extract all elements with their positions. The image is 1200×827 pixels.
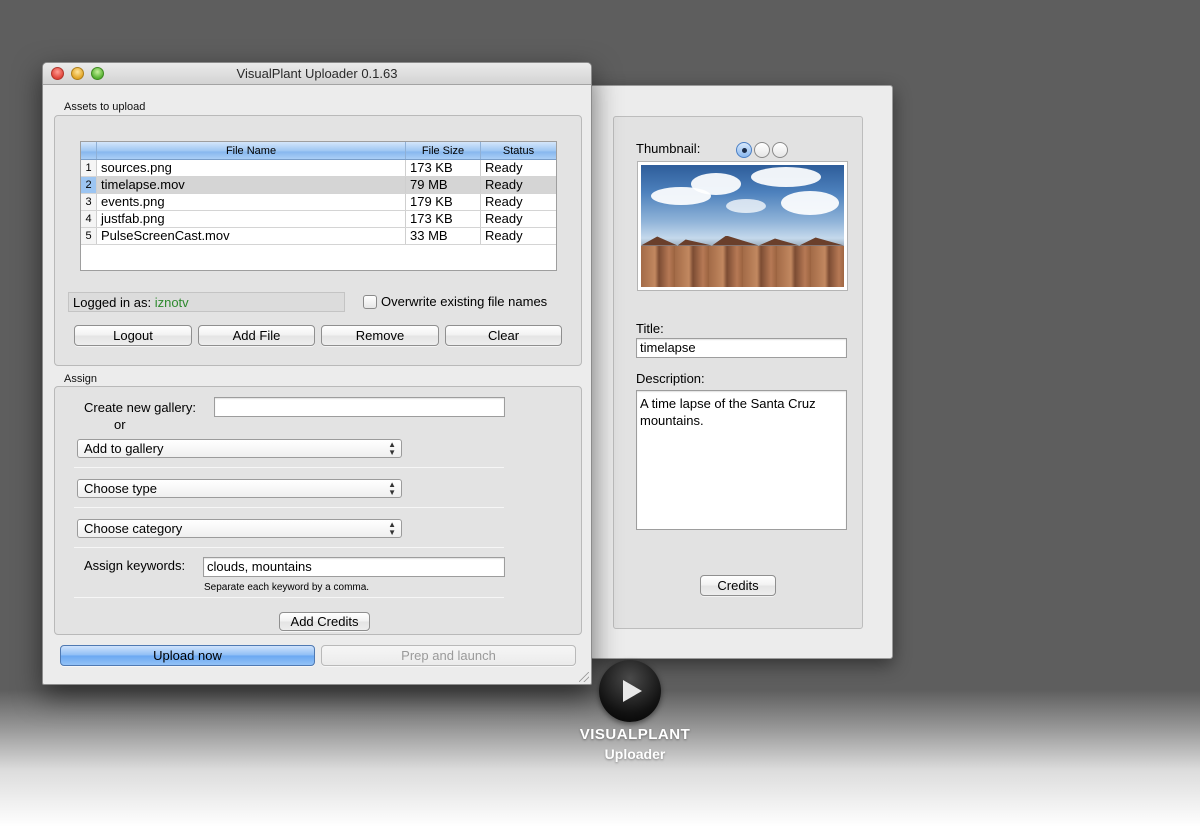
table-row[interactable]: 3 events.png 179 KB Ready — [81, 194, 556, 211]
keywords-label: Assign keywords: — [84, 558, 186, 573]
assets-section-title: Assets to upload — [64, 101, 146, 113]
type-select[interactable]: Choose type ▲ ▼ — [77, 479, 402, 498]
row-file-size: 173 KB — [406, 160, 481, 176]
gallery-select-value: Add to gallery — [84, 441, 164, 456]
row-file-name: justfab.png — [97, 211, 406, 227]
thumbnail-preview — [637, 161, 848, 291]
zoom-window-icon[interactable] — [91, 67, 104, 80]
row-file-name: sources.png — [97, 160, 406, 176]
thumbnail-image — [641, 165, 844, 287]
gallery-select[interactable]: Add to gallery ▲ ▼ — [77, 439, 402, 458]
header-status[interactable]: Status — [481, 142, 556, 159]
divider — [74, 597, 504, 598]
select-arrows-icon: ▲ ▼ — [388, 479, 396, 497]
row-status: Ready — [485, 211, 523, 226]
description-label: Description: — [636, 371, 705, 386]
select-arrows-icon: ▲ ▼ — [388, 439, 396, 457]
credits-button[interactable]: Credits — [700, 575, 776, 596]
row-index: 2 — [81, 177, 97, 193]
prep-and-launch-button[interactable]: Prep and launch — [321, 645, 576, 666]
overwrite-checkbox[interactable] — [363, 295, 377, 309]
or-label: or — [114, 417, 126, 432]
thumbnail-label: Thumbnail: — [636, 141, 701, 156]
details-group: Thumbnail: Title: timelapse Description:… — [613, 116, 863, 629]
header-index — [81, 142, 97, 159]
add-credits-button[interactable]: Add Credits — [279, 612, 370, 631]
main-window: VisualPlant Uploader 0.1.63 Assets to up… — [42, 62, 592, 685]
assets-table-header: File Name File Size Status — [81, 142, 556, 160]
row-status: Ready — [485, 177, 523, 192]
row-file-size: 79 MB — [406, 177, 481, 193]
details-panel-window: Thumbnail: Title: timelapse Description:… — [590, 85, 893, 659]
remove-button[interactable]: Remove — [321, 325, 439, 346]
row-status: Ready — [485, 194, 523, 209]
resize-grip-icon[interactable] — [579, 672, 589, 682]
divider — [74, 547, 504, 548]
keywords-input[interactable]: clouds, mountains — [203, 557, 505, 577]
create-gallery-label: Create new gallery: — [84, 400, 196, 415]
thumbnail-radio-3[interactable] — [772, 142, 788, 158]
row-index: 3 — [81, 194, 97, 210]
thumbnail-radio-1[interactable] — [736, 142, 752, 158]
category-select[interactable]: Choose category ▲ ▼ — [77, 519, 402, 538]
row-file-name: events.png — [97, 194, 406, 210]
assets-table: File Name File Size Status 1 sources.png… — [80, 141, 557, 271]
divider — [74, 507, 504, 508]
logout-button[interactable]: Logout — [74, 325, 192, 346]
window-title: VisualPlant Uploader 0.1.63 — [236, 66, 398, 81]
keywords-hint: Separate each keyword by a comma. — [204, 582, 370, 593]
clear-button[interactable]: Clear — [445, 325, 562, 346]
title-input[interactable]: timelapse — [636, 338, 847, 358]
table-row[interactable]: 5 PulseScreenCast.mov 33 MB Ready — [81, 228, 556, 245]
select-arrows-icon: ▲ ▼ — [388, 519, 396, 537]
table-row[interactable]: 4 justfab.png 173 KB Ready — [81, 211, 556, 228]
username: iznotv — [154, 295, 189, 310]
header-file-name[interactable]: File Name — [97, 142, 406, 159]
divider — [74, 467, 504, 468]
row-status: Ready — [485, 160, 523, 175]
titlebar[interactable]: VisualPlant Uploader 0.1.63 — [43, 63, 591, 85]
row-file-name: timelapse.mov — [97, 177, 406, 193]
header-file-size[interactable]: File Size — [406, 142, 481, 159]
row-status: Ready — [485, 228, 523, 243]
add-file-button[interactable]: Add File — [198, 325, 315, 346]
logged-in-status: Logged in as: iznotv — [68, 292, 345, 312]
brand-name: VISUALPLANT — [579, 726, 691, 743]
row-file-name: PulseScreenCast.mov — [97, 228, 406, 244]
table-row[interactable]: 1 sources.png 173 KB Ready — [81, 160, 556, 177]
thumbnail-radio-2[interactable] — [754, 142, 770, 158]
row-index: 1 — [81, 160, 97, 176]
row-index: 5 — [81, 228, 97, 244]
minimize-window-icon[interactable] — [71, 67, 84, 80]
play-icon — [623, 680, 642, 702]
overwrite-label[interactable]: Overwrite existing file names — [381, 294, 547, 309]
thumbnail-radio-group — [736, 142, 788, 158]
row-file-size: 33 MB — [406, 228, 481, 244]
row-file-size: 179 KB — [406, 194, 481, 210]
brand-subtitle: Uploader — [604, 746, 666, 762]
logged-in-label: Logged in as: — [73, 295, 152, 310]
visualplant-logo-icon — [599, 660, 661, 722]
table-row[interactable]: 2 timelapse.mov 79 MB Ready — [81, 177, 556, 194]
type-select-value: Choose type — [84, 481, 157, 496]
close-window-icon[interactable] — [51, 67, 64, 80]
description-textarea[interactable]: A time lapse of the Santa Cruz mountains… — [636, 390, 847, 530]
row-file-size: 173 KB — [406, 211, 481, 227]
category-select-value: Choose category — [84, 521, 183, 536]
assets-group: File Name File Size Status 1 sources.png… — [54, 115, 582, 366]
assign-section-title: Assign — [64, 373, 98, 385]
assign-group: Create new gallery: or Add to gallery ▲ ▼… — [54, 386, 582, 635]
row-index: 4 — [81, 211, 97, 227]
create-gallery-input[interactable] — [214, 397, 505, 417]
title-label: Title: — [636, 321, 664, 336]
upload-now-button[interactable]: Upload now — [60, 645, 315, 666]
